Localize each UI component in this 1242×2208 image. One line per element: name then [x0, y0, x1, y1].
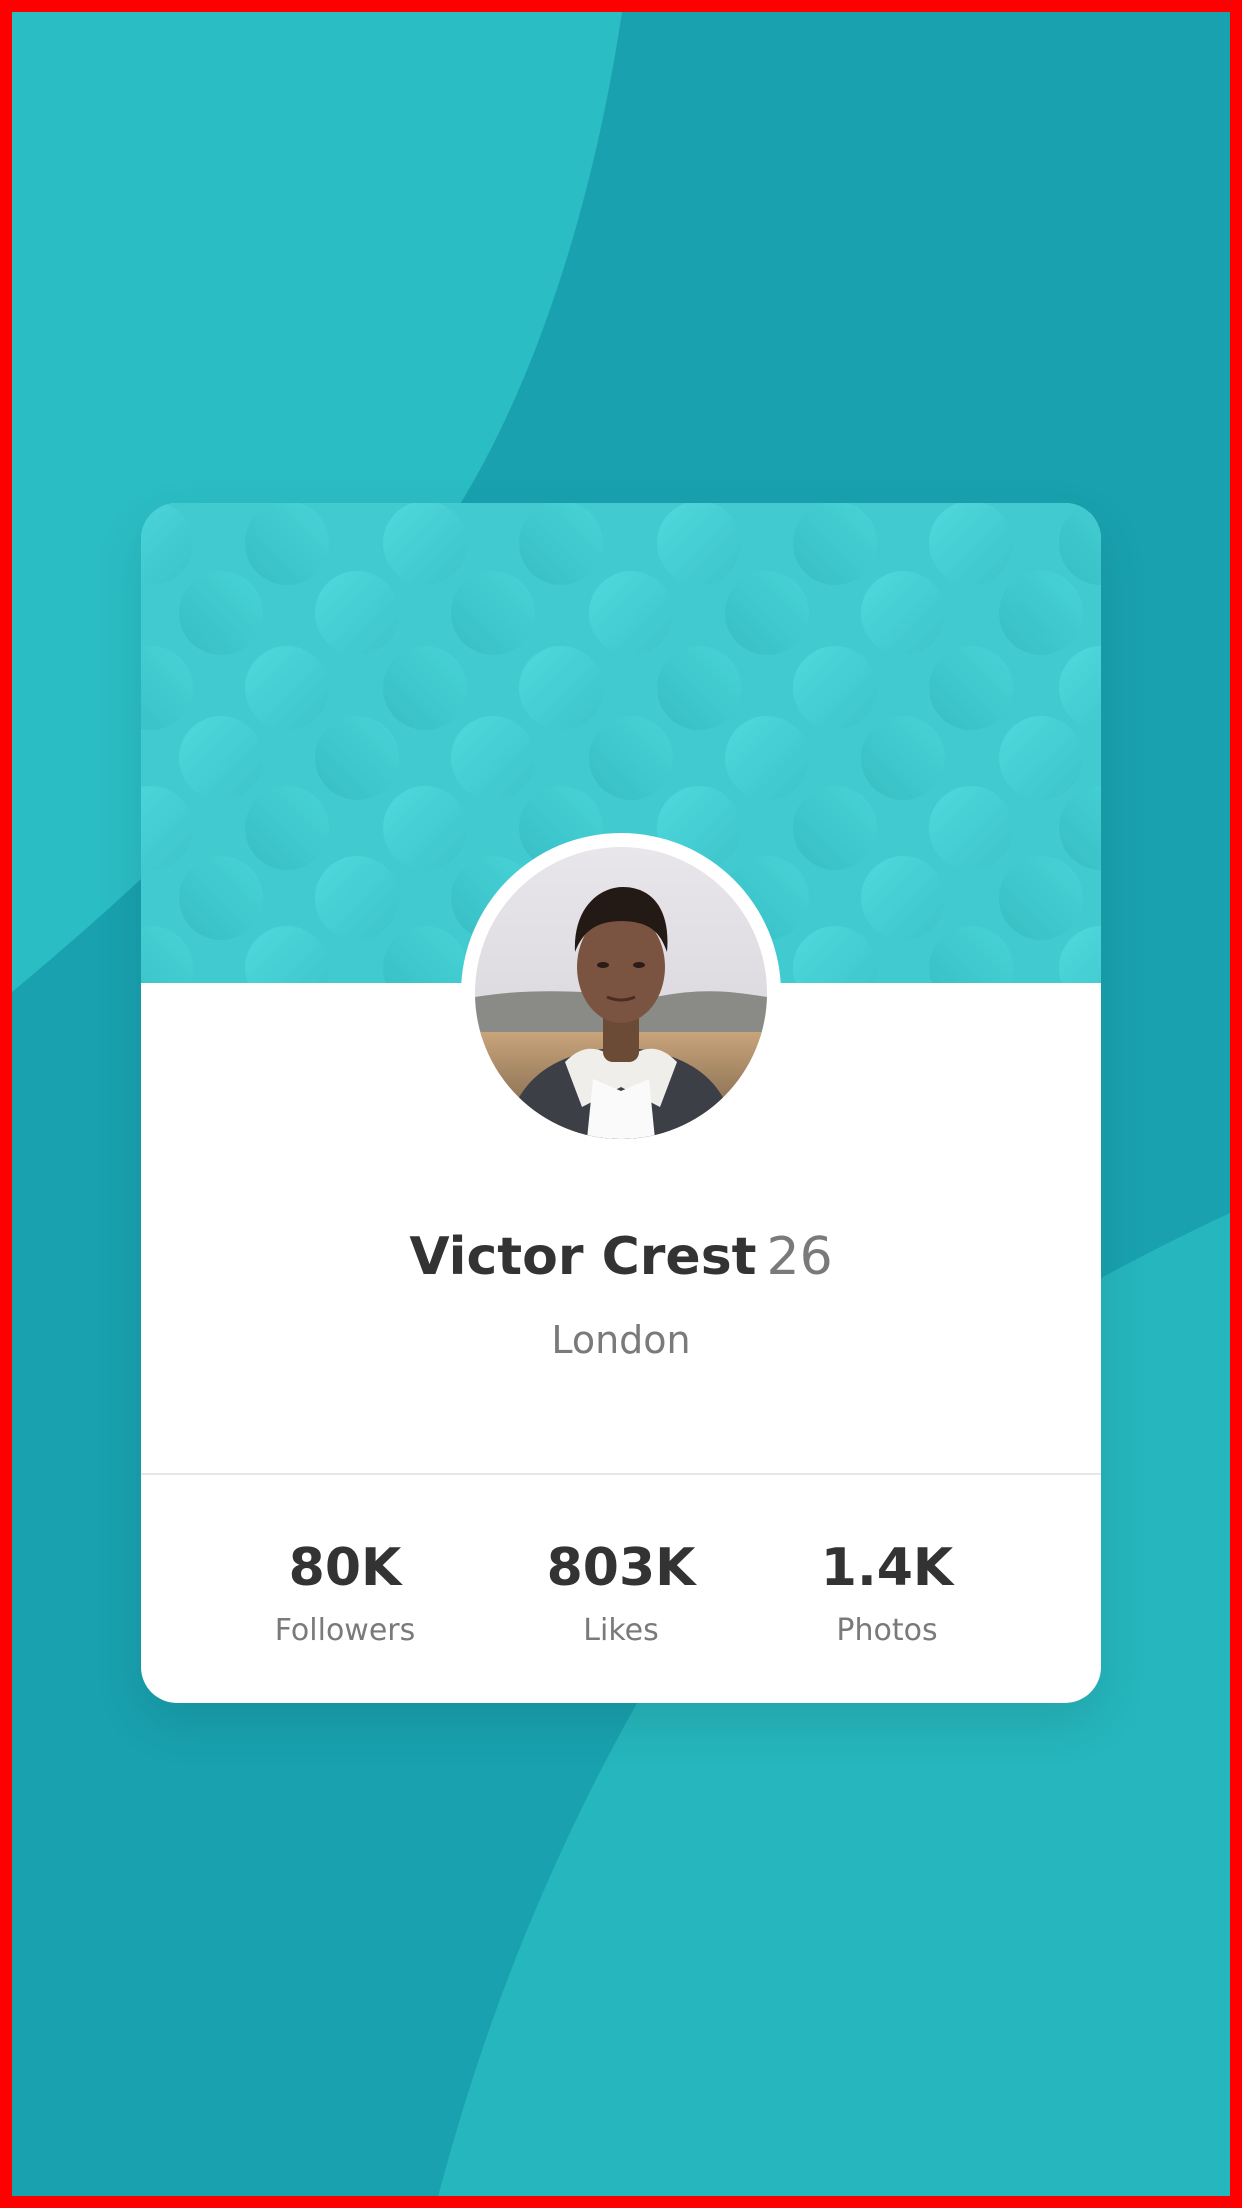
profile-age: 26 [766, 1227, 833, 1287]
name-row: Victor Crest 26 [141, 1227, 1101, 1287]
stat-followers[interactable]: 80K Followers [215, 1533, 475, 1653]
stat-photos[interactable]: 1.4K Photos [757, 1533, 1017, 1653]
profile-name: Victor Crest [409, 1227, 757, 1287]
avatar[interactable] [475, 847, 767, 1139]
stat-value: 1.4K [820, 1538, 954, 1598]
stat-likes[interactable]: 803K Likes [491, 1533, 751, 1653]
profile-location: London [551, 1318, 691, 1362]
stat-label: Likes [583, 1613, 659, 1648]
profile-card: Victor Crest 26 London 80K Followers 803K… [141, 503, 1101, 1703]
stat-label: Followers [274, 1613, 416, 1648]
stat-label: Photos [836, 1613, 938, 1648]
stat-value: 80K [288, 1538, 402, 1598]
screen-frame: Victor Crest 26 London 80K Followers 803K… [0, 0, 1242, 2208]
divider [141, 1473, 1101, 1475]
stat-value: 803K [546, 1538, 696, 1598]
avatar-ring [461, 833, 781, 1153]
